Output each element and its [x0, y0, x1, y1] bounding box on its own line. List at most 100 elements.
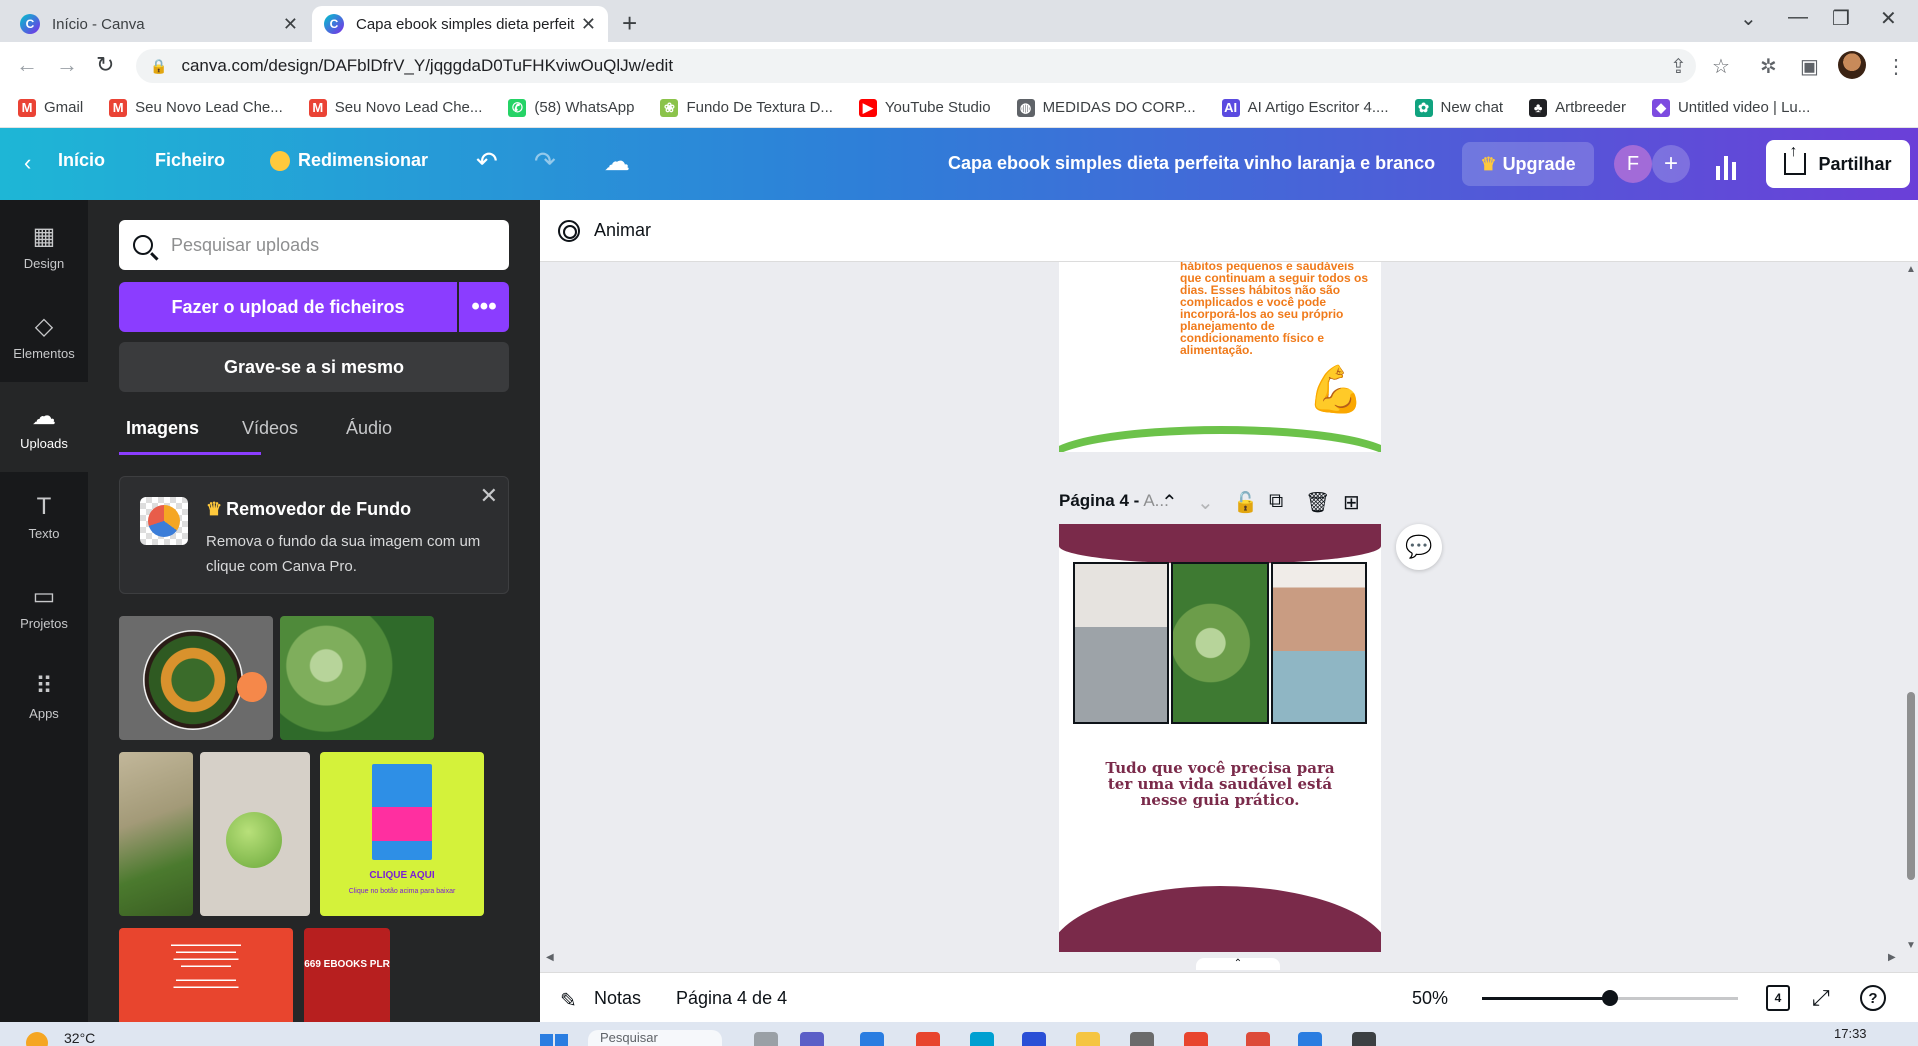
vertical-scrollbar[interactable]: ▲ ▼: [1904, 262, 1918, 962]
file-menu-button[interactable]: Ficheiro: [155, 150, 225, 171]
rail-item-elementos[interactable]: ◇ Elementos: [0, 292, 88, 382]
tab-audio[interactable]: Áudio: [346, 418, 392, 439]
tab-capa-ebook[interactable]: C Capa ebook simples dieta perfeita ✕: [312, 6, 608, 42]
more-options-button[interactable]: •••: [459, 282, 509, 332]
rail-item-design[interactable]: ▦ Design: [0, 202, 88, 292]
document-title[interactable]: Capa ebook simples dieta perfeita vinho …: [948, 153, 1435, 174]
bookmark-item[interactable]: ◍ MEDIDAS DO CORP...: [1016, 98, 1196, 117]
back-icon[interactable]: ←: [16, 52, 38, 78]
resize-button[interactable]: Redimensionar: [270, 150, 428, 171]
zoom-level[interactable]: 50%: [1412, 988, 1448, 1009]
design-page-3[interactable]: hábitos pequenos e saudáveis que continu…: [1059, 262, 1381, 452]
page3-body-text[interactable]: hábitos pequenos e saudáveis que continu…: [1180, 262, 1376, 356]
tab-inicio-canva[interactable]: C Início - Canva ✕: [8, 6, 310, 42]
profile-avatar[interactable]: [1838, 51, 1866, 79]
upload-image-salad[interactable]: [119, 616, 273, 740]
add-page-icon[interactable]: ⊞: [1343, 490, 1360, 515]
bookmark-item[interactable]: M Seu Novo Lead Che...: [308, 98, 482, 117]
bookmark-item[interactable]: ▶ YouTube Studio: [858, 98, 991, 117]
page4-quote-text[interactable]: Tudo que você precisa para ter uma vida …: [1099, 760, 1341, 808]
bookmark-item[interactable]: M Gmail: [18, 98, 83, 117]
taskbar-app-icon[interactable]: [800, 1032, 824, 1046]
search-input[interactable]: [171, 234, 491, 256]
bookmark-item[interactable]: ✆ (58) WhatsApp: [508, 98, 634, 117]
add-comment-icon[interactable]: 💬: [1396, 524, 1442, 570]
page-grid-icon[interactable]: 4: [1766, 985, 1790, 1011]
taskbar-app-icon[interactable]: [860, 1032, 884, 1046]
upload-image-ebooks-plr[interactable]: 669 EBOOKS PLR: [304, 928, 390, 1022]
bookmark-item[interactable]: ✿ New chat: [1414, 98, 1503, 117]
taskbar-app-icon[interactable]: [1184, 1032, 1208, 1046]
photo-waist-jeans[interactable]: [1073, 562, 1169, 724]
delete-page-icon[interactable]: 🗑: [1305, 490, 1330, 515]
upload-image-vegetables[interactable]: [119, 752, 193, 916]
forward-icon[interactable]: →: [56, 52, 78, 78]
bookmark-item[interactable]: M Seu Novo Lead Che...: [109, 98, 283, 117]
redo-icon[interactable]: ↷: [534, 146, 556, 177]
invite-plus-icon[interactable]: +: [1652, 145, 1690, 183]
extensions-icon[interactable]: ✲: [1760, 54, 1777, 79]
bookmark-item[interactable]: ◆ Untitled video | Lu...: [1651, 98, 1810, 117]
tab-images[interactable]: Imagens: [126, 418, 199, 439]
share-button[interactable]: Partilhar: [1766, 140, 1910, 188]
url-field[interactable]: 🔒 canva.com/design/DAFblDfrV_Y/jqggdaD0T…: [136, 49, 1696, 83]
rail-item-projetos[interactable]: ▭ Projetos: [0, 562, 88, 652]
record-yourself-button[interactable]: Grave-se a si mesmo: [119, 342, 509, 392]
taskbar-app-icon[interactable]: [1298, 1032, 1322, 1046]
tab-search-chevron-icon[interactable]: ⌄: [1740, 6, 1757, 31]
rail-item-texto[interactable]: T Texto: [0, 472, 88, 562]
upload-image-red-text[interactable]: ▬▬▬▬▬▬▬▬▬▬▬▬▬▬ ▬▬▬▬▬▬▬▬▬▬▬▬ ▬▬▬▬▬▬▬▬▬▬▬▬▬ ▬…: [119, 928, 293, 1022]
user-avatar[interactable]: F: [1614, 145, 1652, 183]
scroll-down-icon[interactable]: ▼: [1906, 940, 1916, 951]
insights-chart-icon[interactable]: [1716, 146, 1746, 180]
animate-icon[interactable]: [558, 220, 580, 242]
restore-icon[interactable]: ❐: [1832, 6, 1850, 31]
upload-image-ebook-bebes[interactable]: CLIQUE AQUI Clique no botão acima para b…: [320, 752, 484, 916]
share-page-icon[interactable]: ⇪: [1670, 54, 1687, 79]
undo-icon[interactable]: ↶: [476, 146, 498, 177]
windows-start-icon[interactable]: [540, 1034, 568, 1046]
photo-cabbage[interactable]: [1171, 562, 1269, 724]
close-tab-icon[interactable]: ✕: [283, 14, 298, 35]
animate-button[interactable]: Animar: [594, 220, 651, 241]
notes-button[interactable]: Notas: [594, 988, 641, 1009]
taskbar-app-icon[interactable]: [1022, 1032, 1046, 1046]
page-indicator[interactable]: Página 4 de 4: [676, 988, 787, 1009]
close-icon[interactable]: ✕: [480, 483, 498, 509]
fullscreen-icon[interactable]: ⤢: [1812, 985, 1830, 1011]
taskbar-chrome-icon[interactable]: [1246, 1032, 1270, 1046]
taskbar-search[interactable]: Pesquisar: [588, 1030, 722, 1046]
background-remover-promo[interactable]: ♛ Removedor de Fundo Remova o fundo da su…: [119, 476, 509, 594]
sidebar-icon[interactable]: ▣: [1800, 54, 1819, 79]
duplicate-page-icon[interactable]: ⧉: [1269, 490, 1283, 513]
menu-kebab-icon[interactable]: ⋮: [1886, 54, 1906, 79]
taskbar-app-icon[interactable]: [916, 1032, 940, 1046]
help-icon[interactable]: ?: [1860, 985, 1886, 1011]
lock-page-icon[interactable]: 🔓: [1233, 490, 1258, 515]
upload-files-button[interactable]: Fazer o upload de ficheiros: [119, 282, 457, 332]
close-window-icon[interactable]: ✕: [1880, 6, 1897, 31]
bookmark-item[interactable]: ❀ Fundo De Textura D...: [660, 98, 833, 117]
bookmark-item[interactable]: ♣ Artbreeder: [1529, 98, 1626, 117]
new-tab-icon[interactable]: +: [622, 8, 637, 39]
upload-image-apple[interactable]: [200, 752, 310, 916]
scrollbar-thumb[interactable]: [1907, 692, 1915, 880]
bookmark-item[interactable]: AI AI Artigo Escritor 4....: [1221, 98, 1389, 117]
move-page-up-icon[interactable]: ⌃: [1161, 490, 1178, 515]
scroll-left-icon[interactable]: ◀: [546, 952, 554, 963]
scroll-up-icon[interactable]: ▲: [1906, 264, 1916, 275]
taskbar-app-icon[interactable]: [1130, 1032, 1154, 1046]
weather-sun-icon[interactable]: [26, 1032, 48, 1046]
tab-videos[interactable]: Vídeos: [242, 418, 298, 439]
search-box[interactable]: [119, 220, 509, 270]
chevron-left-icon[interactable]: ‹: [24, 150, 31, 176]
reload-icon[interactable]: ↻: [96, 52, 114, 78]
design-page-4[interactable]: Tudo que você precisa para ter uma vida …: [1059, 524, 1381, 952]
upload-image-cabbage[interactable]: [280, 616, 434, 740]
zoom-slider[interactable]: [1482, 990, 1738, 1006]
taskbar-app-icon[interactable]: [1076, 1032, 1100, 1046]
upgrade-button[interactable]: ♛ Upgrade: [1462, 142, 1594, 186]
taskbar-app-icon[interactable]: [754, 1032, 778, 1046]
photo-measuring-tape[interactable]: [1271, 562, 1367, 724]
rail-item-apps[interactable]: ⠿ Apps: [0, 652, 88, 742]
